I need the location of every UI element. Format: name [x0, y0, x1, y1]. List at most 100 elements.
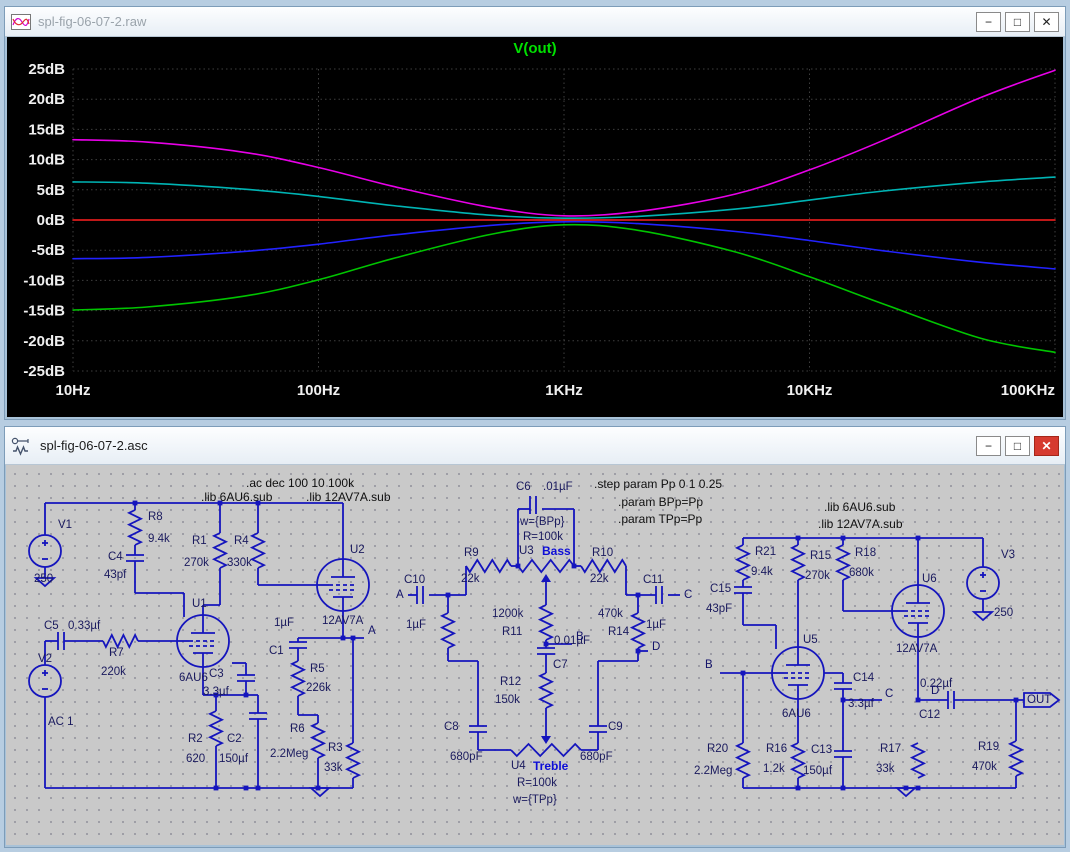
- schematic-label-c[interactable]: C: [684, 589, 692, 601]
- schematic-label-6au6[interactable]: 6AU6: [179, 672, 208, 684]
- schematic-label-c4[interactable]: C4: [108, 551, 123, 563]
- schematic-label-c5[interactable]: C5: [44, 620, 59, 632]
- schematic-label-33k[interactable]: 33k: [324, 762, 343, 774]
- schematic-label-1200k[interactable]: 1200k: [492, 608, 523, 620]
- schematic-minimize-button[interactable]: −: [976, 436, 1001, 456]
- schematic-label-u2[interactable]: U2: [350, 544, 365, 556]
- schematic-label-c7[interactable]: C7: [553, 659, 568, 671]
- schematic-label-r4[interactable]: R4: [234, 535, 249, 547]
- schematic-label-c12[interactable]: C12: [919, 709, 940, 721]
- schematic-label-u1[interactable]: U1: [192, 598, 207, 610]
- schematic-label-.lib-12av7a.sub[interactable]: .lib 12AV7A.sub: [306, 490, 391, 504]
- schematic-label-470k[interactable]: 470k: [972, 761, 997, 773]
- schematic-label-150-f[interactable]: 150µf: [803, 765, 832, 777]
- plot-window-titlebar[interactable]: spl-fig-06-07-2.raw − □ ✕: [5, 7, 1065, 37]
- schematic-label-c13[interactable]: C13: [811, 744, 832, 756]
- schematic-window-titlebar[interactable]: spl-fig-06-07-2.asc − □ ✕: [5, 427, 1065, 465]
- schematic-label-r20[interactable]: R20: [707, 743, 728, 755]
- schematic-label-620[interactable]: 620: [186, 753, 205, 765]
- schematic-label-1.2k[interactable]: 1.2k: [763, 763, 785, 775]
- schematic-label-250[interactable]: 250: [994, 607, 1013, 619]
- schematic-label-r7[interactable]: R7: [109, 647, 124, 659]
- schematic-label-r8[interactable]: R8: [148, 511, 163, 523]
- schematic-label-270k[interactable]: 270k: [184, 557, 209, 569]
- plot-close-button[interactable]: ✕: [1034, 12, 1059, 32]
- schematic-label-0.01-f[interactable]: 0.01µF: [554, 635, 590, 647]
- schematic-label-226k[interactable]: 226k: [306, 682, 331, 694]
- schematic-label-.lib-12av7a.sub[interactable]: .lib 12AV7A.sub: [818, 517, 903, 531]
- schematic-label-r-100k[interactable]: R=100k: [517, 777, 557, 789]
- schematic-pane[interactable]: .ac dec 100 10 100k.lib 6AU6.sub.lib 12A…: [6, 465, 1064, 845]
- schematic-label-w-tpp-[interactable]: w={TPp}: [513, 794, 557, 806]
- schematic-label-r10[interactable]: R10: [592, 547, 613, 559]
- schematic-label-r1[interactable]: R1: [192, 535, 207, 547]
- schematic-label-12av7a[interactable]: 12AV7A: [896, 643, 937, 655]
- schematic-label-u3[interactable]: U3: [519, 545, 534, 557]
- schematic-label-c3[interactable]: C3: [209, 668, 224, 680]
- schematic-label-1-f[interactable]: 1µF: [406, 619, 426, 631]
- schematic-label-c9[interactable]: C9: [608, 721, 623, 733]
- schematic-label-c8[interactable]: C8: [444, 721, 459, 733]
- schematic-label-v3[interactable]: V3: [1001, 549, 1015, 561]
- schematic-label-r5[interactable]: R5: [310, 663, 325, 675]
- plot-window[interactable]: spl-fig-06-07-2.raw − □ ✕ V(out) 25dB20d…: [4, 6, 1066, 420]
- schematic-label-3.3-f[interactable]: 3.3µf: [203, 686, 229, 698]
- schematic-label-d[interactable]: D: [652, 641, 660, 653]
- schematic-label-12av7a[interactable]: 12AV7A: [322, 615, 363, 627]
- schematic-label-a[interactable]: A: [368, 625, 376, 637]
- schematic-label-w-bpp-[interactable]: w={BPp}: [520, 516, 564, 528]
- plot-canvas[interactable]: 25dB20dB15dB10dB5dB0dB-5dB-10dB-15dB-20d…: [7, 61, 1063, 417]
- schematic-label-r18[interactable]: R18: [855, 547, 876, 559]
- schematic-label-c6[interactable]: C6: [516, 481, 531, 493]
- schematic-label-c[interactable]: C: [885, 688, 893, 700]
- schematic-label-c1[interactable]: C1: [269, 645, 284, 657]
- schematic-label-3.3-f[interactable]: 3.3µf: [848, 698, 874, 710]
- schematic-label-680k[interactable]: 680k: [849, 567, 874, 579]
- schematic-label-c10[interactable]: C10: [404, 574, 425, 586]
- schematic-label-1-f[interactable]: 1µF: [646, 619, 666, 631]
- schematic-label-a[interactable]: A: [396, 589, 404, 601]
- schematic-label-2.2meg[interactable]: 2.2Meg: [270, 748, 308, 760]
- schematic-label-22k[interactable]: 22k: [590, 573, 609, 585]
- schematic-label-.lib-6au6.sub[interactable]: .lib 6AU6.sub: [201, 490, 272, 504]
- schematic-label-r21[interactable]: R21: [755, 546, 776, 558]
- schematic-label-v1[interactable]: V1: [58, 519, 72, 531]
- schematic-label-22k[interactable]: 22k: [461, 573, 480, 585]
- schematic-label-r19[interactable]: R19: [978, 741, 999, 753]
- schematic-label-470k[interactable]: 470k: [598, 608, 623, 620]
- schematic-label-r2[interactable]: R2: [188, 733, 203, 745]
- schematic-label-r12[interactable]: R12: [500, 676, 521, 688]
- schematic-label-250[interactable]: 250: [34, 573, 53, 585]
- schematic-label-680pf[interactable]: 680pF: [450, 751, 483, 763]
- schematic-label-ac-1[interactable]: AC 1: [48, 716, 74, 728]
- schematic-label-c15[interactable]: C15: [710, 583, 731, 595]
- schematic-label-.lib-6au6.sub[interactable]: .lib 6AU6.sub: [824, 500, 895, 514]
- schematic-label-r16[interactable]: R16: [766, 743, 787, 755]
- schematic-label-.ac-dec-100-10-100k[interactable]: .ac dec 100 10 100k: [246, 476, 354, 490]
- schematic-label-r11[interactable]: R11: [502, 626, 522, 638]
- schematic-label-u5[interactable]: U5: [803, 634, 818, 646]
- schematic-label-6au6[interactable]: 6AU6: [782, 708, 811, 720]
- schematic-label-c2[interactable]: C2: [227, 733, 242, 745]
- schematic-label-r-100k[interactable]: R=100k: [523, 531, 563, 543]
- schematic-label-b[interactable]: B: [576, 631, 584, 643]
- schematic-close-button[interactable]: ✕: [1034, 436, 1059, 456]
- schematic-label-1-f[interactable]: 1µF: [274, 617, 294, 629]
- schematic-label-43pf[interactable]: 43pF: [706, 603, 732, 615]
- schematic-label-c14[interactable]: C14: [853, 672, 874, 684]
- schematic-maximize-button[interactable]: □: [1005, 436, 1030, 456]
- schematic-label-r9[interactable]: R9: [464, 547, 479, 559]
- schematic-label-43pf[interactable]: 43pf: [104, 569, 126, 581]
- schematic-label-150-f[interactable]: 150µf: [219, 753, 248, 765]
- schematic-label-150k[interactable]: 150k: [495, 694, 520, 706]
- schematic-label-r3[interactable]: R3: [328, 742, 343, 754]
- schematic-label-d[interactable]: D: [931, 685, 939, 697]
- schematic-label-r17[interactable]: R17: [880, 743, 901, 755]
- schematic-label-.param-tpp-pp[interactable]: .param TPp=Pp: [618, 512, 702, 526]
- schematic-label-out[interactable]: OUT: [1027, 694, 1051, 706]
- schematic-label-r6[interactable]: R6: [290, 723, 305, 735]
- schematic-label-0.33-f[interactable]: 0.33µf: [68, 620, 100, 632]
- schematic-label-9.4k[interactable]: 9.4k: [148, 533, 170, 545]
- schematic-label-v2[interactable]: V2: [38, 653, 52, 665]
- schematic-label-r14[interactable]: R14: [608, 626, 629, 638]
